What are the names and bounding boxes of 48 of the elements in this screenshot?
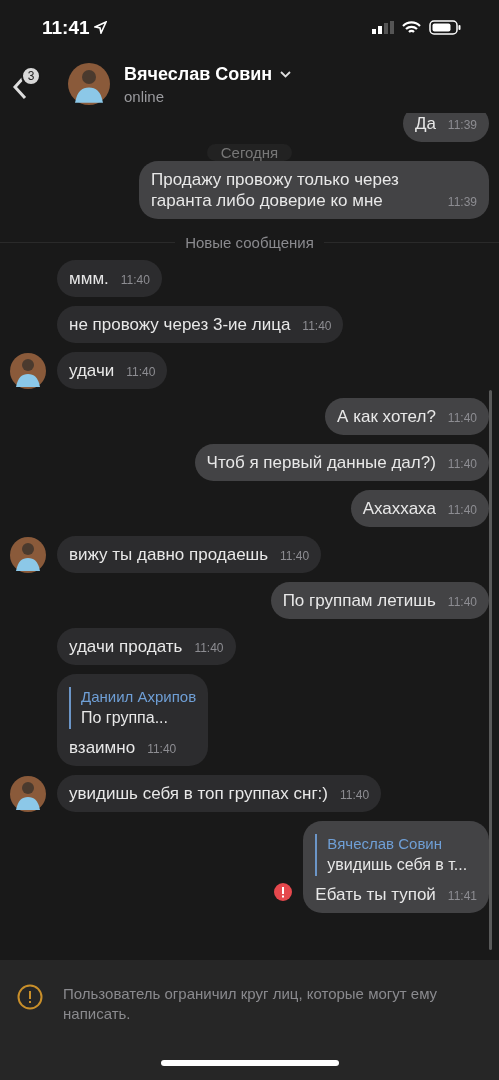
- message-text: Ебать ты тупой: [315, 884, 436, 905]
- message-time: 11:40: [280, 548, 310, 565]
- message-text: удачи: [69, 360, 115, 381]
- new-messages-label: Новые сообщения: [185, 234, 314, 251]
- reply-author: Вячеслав Совин: [327, 834, 443, 854]
- signal-icon: [372, 21, 394, 34]
- unread-badge: 3: [21, 66, 41, 86]
- message-text: По группам летишь: [282, 590, 436, 611]
- notice-text: Пользователь ограничил круг лиц, которые могут ему написать.: [63, 984, 439, 1024]
- message-text: увидишь себя в топ группах снг:): [69, 783, 328, 804]
- message-text: вижу ты давно продаешь: [69, 544, 269, 565]
- contact-name[interactable]: Вячеслав Совин: [124, 63, 273, 85]
- message-text: Чтоб я первый данные дал?): [206, 452, 436, 473]
- message-time: 11:40: [302, 318, 332, 335]
- avatar[interactable]: [68, 63, 110, 105]
- reply-text: По группа...: [81, 708, 169, 728]
- message-text: взаимно: [69, 737, 136, 758]
- message-time: 11:40: [194, 640, 224, 657]
- back-button[interactable]: 3: [12, 64, 46, 104]
- message-time: 11:40: [147, 741, 177, 758]
- reply-text: увидишь себя в т...: [327, 855, 469, 875]
- warning-icon: [17, 984, 43, 1010]
- error-icon[interactable]: [274, 883, 293, 901]
- date-label: Сегодня: [206, 144, 293, 161]
- message-text: не провожу через 3-ие лица: [69, 314, 291, 335]
- chevron-down-icon[interactable]: [280, 70, 292, 78]
- message-time: 11:40: [120, 272, 150, 289]
- message-time: 11:40: [447, 594, 477, 611]
- message-text: Да: [414, 113, 436, 134]
- message-time: 11:40: [447, 502, 477, 519]
- message-time: 11:41: [447, 888, 477, 905]
- message-time: 11:40: [126, 364, 156, 381]
- contact-status: online: [124, 87, 166, 105]
- message-time: 11:40: [447, 456, 477, 473]
- message-time: 11:40: [447, 410, 477, 427]
- location-arrow-icon: [93, 21, 107, 34]
- reply-author: Даниил Ахрипов: [81, 687, 197, 707]
- message-text: удачи продать: [69, 636, 183, 657]
- wifi-icon: [402, 20, 421, 35]
- battery-icon: [429, 20, 461, 35]
- status-time: 11:41: [42, 16, 90, 39]
- message-text: Ахаххаха: [362, 498, 436, 519]
- message-time: 11:39: [447, 117, 477, 134]
- message-text: А как хотел?: [337, 406, 436, 427]
- message-text: Продажу провожу только через гаранта либо доверие ко мне: [151, 169, 400, 211]
- message-text: ммм.: [69, 268, 109, 289]
- message-time: 11:39: [447, 194, 477, 211]
- message-time: 11:40: [340, 787, 370, 804]
